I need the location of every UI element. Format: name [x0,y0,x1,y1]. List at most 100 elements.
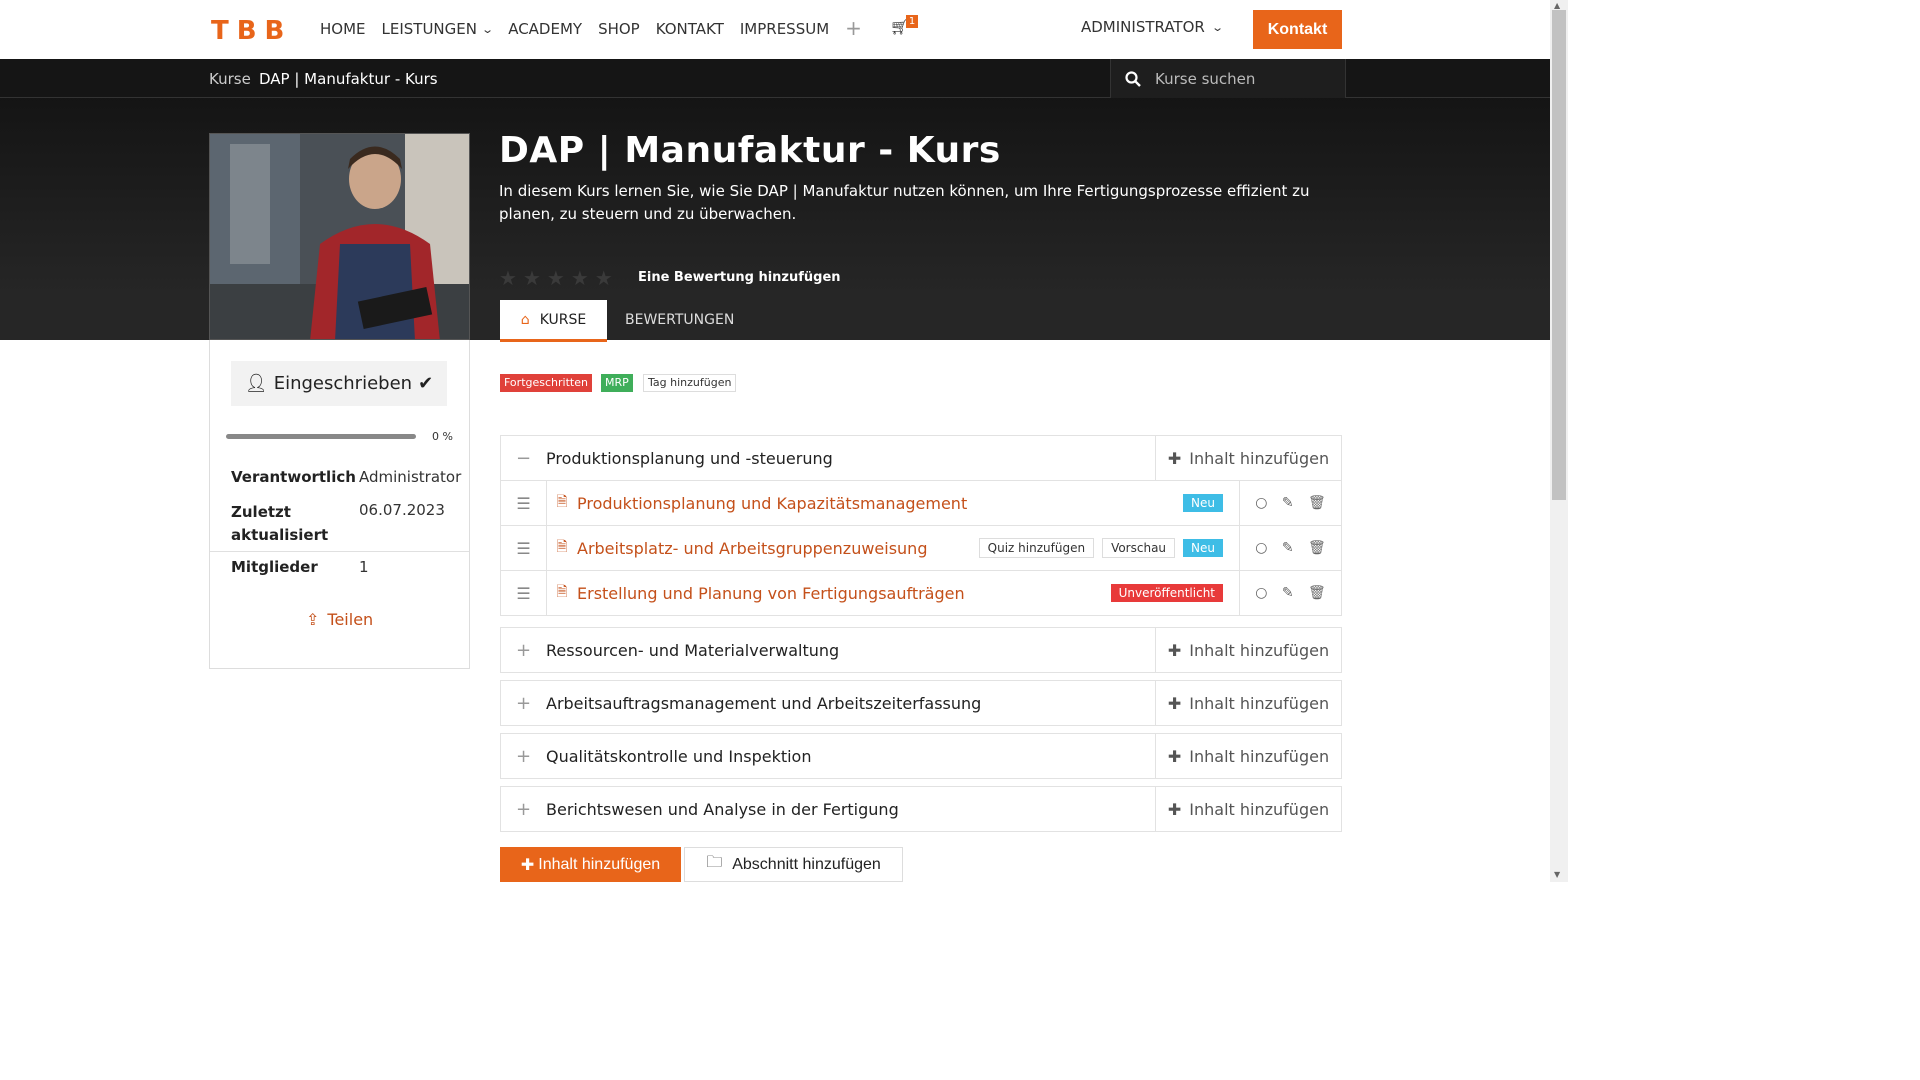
cart-button[interactable]: 🛒︎ 1 [890,15,919,40]
edit-icon[interactable]: ✎ [1282,540,1294,556]
breadcrumb-parent[interactable]: Kurse [209,70,251,88]
lesson-title[interactable]: Arbeitsplatz- und Arbeitsgruppenzuweisun… [577,539,979,558]
drag-handle-icon[interactable]: ☰ [501,481,547,525]
nav-kontakt[interactable]: KONTAKT [656,18,724,40]
add-content-button[interactable]: ✚ Inhalt hinzufügen [1155,734,1341,778]
kontakt-button[interactable]: Kontakt [1253,10,1342,49]
nav-home[interactable]: HOME [320,18,366,40]
expand-icon[interactable]: + [501,640,546,661]
members-value: 1 [359,558,369,576]
status-circle-icon[interactable]: ○ [1255,495,1267,511]
cart-count-badge: 1 [905,15,919,28]
add-content-button[interactable]: ✚ Inhalt hinzufügen [1155,436,1341,480]
rating-stars[interactable]: ★ ★ ★ ★ ★ [499,266,613,290]
section-row[interactable]: + Ressourcen- und Materialverwaltung ✚ In… [500,627,1342,673]
lesson-title[interactable]: Produktionsplanung und Kapazitätsmanagem… [577,494,1183,513]
expand-icon[interactable]: + [501,693,546,714]
main-menu: HOME LEISTUNGEN ⌄ ACADEMY SHOP KONTAKT IM… [320,15,919,40]
new-badge: Neu [1183,494,1223,512]
logo[interactable]: TBB [211,16,292,46]
star-icon[interactable]: ★ [595,266,613,290]
scrollbar-thumb[interactable] [1552,10,1566,500]
drag-handle-icon[interactable]: ☰ [501,526,547,570]
edit-icon[interactable]: ✎ [1282,495,1294,511]
add-menu-item-icon[interactable]: + [845,18,862,40]
delete-icon[interactable]: 🗑︎ [1308,585,1326,601]
share-icon: ⇪ [306,610,320,629]
star-icon[interactable]: ★ [547,266,565,290]
expand-icon[interactable]: + [501,799,546,820]
section-title: Arbeitsauftragsmanagement und Arbeitszei… [546,693,982,713]
status-circle-icon[interactable]: ○ [1255,585,1267,601]
lesson-row[interactable]: ☰ 🗎 Erstellung und Planung von Fertigung… [500,571,1342,616]
enrolled-status[interactable]: 👤︎ Eingeschrieben ✔ [231,361,447,406]
course-search [1110,59,1346,98]
home-icon: ⌂ [520,311,530,328]
scroll-up-icon[interactable]: ▲ [1554,1,1560,10]
star-icon[interactable]: ★ [499,266,517,290]
add-content-button[interactable]: ✚ Inhalt hinzufügen [1155,681,1341,725]
collapse-icon[interactable]: − [501,448,546,469]
add-tag-button[interactable]: Tag hinzufügen [643,374,737,392]
lesson-title[interactable]: Erstellung und Planung von Fertigungsauf… [577,584,1111,603]
section-row[interactable]: + Arbeitsauftragsmanagement und Arbeitsz… [500,680,1342,726]
progress-bar [226,434,416,439]
add-content-primary-button[interactable]: ✚ Inhalt hinzufügen [500,847,681,882]
add-section-button[interactable]: 🗀 Abschnitt hinzufügen [684,847,903,882]
responsible-key: Verantwortlich [231,468,356,486]
nav-shop[interactable]: SHOP [598,18,640,40]
lesson-row[interactable]: ☰ 🗎 Produktionsplanung und Kapazitätsman… [500,481,1342,526]
lesson-row[interactable]: ☰ 🗎 Arbeitsplatz- und Arbeitsgruppenzuwe… [500,526,1342,571]
plus-icon: ✚ [1167,640,1182,660]
plus-icon: ✚ [1167,746,1182,766]
scroll-down-icon[interactable]: ▼ [1554,870,1560,879]
delete-icon[interactable]: 🗑︎ [1308,495,1326,511]
nav-home-label: HOME [320,20,366,38]
expand-icon[interactable]: + [501,746,546,767]
folder-icon: 🗀 [706,854,723,871]
user-menu[interactable]: ADMINISTRATOR ⌄ [1081,18,1224,36]
section-row[interactable]: + Qualitätskontrolle und Inspektion ✚ Inh… [500,733,1342,779]
share-button[interactable]: ⇪ Teilen [306,610,373,629]
updated-key: Zuletzt aktualisiert [231,503,329,544]
nav-impressum[interactable]: IMPRESSUM [740,18,829,40]
nav-leistungen-label: LEISTUNGEN [381,20,477,38]
pdf-document-icon: 🗎 [556,584,568,600]
preview-button[interactable]: Vorschau [1102,538,1176,558]
add-section-label: Abschnitt hinzufügen [732,855,881,873]
drag-handle-icon[interactable]: ☰ [501,571,547,615]
star-icon[interactable]: ★ [523,266,541,290]
section-title: Produktionsplanung und -steuerung [546,448,833,468]
status-circle-icon[interactable]: ○ [1255,540,1267,556]
add-rating-link[interactable]: Eine Bewertung hinzufügen [638,270,841,285]
breadcrumb-current: DAP | Manufaktur - Kurs [259,70,438,88]
add-content-button[interactable]: ✚ Inhalt hinzufügen [1155,628,1341,672]
top-navbar: TBB HOME LEISTUNGEN ⌄ ACADEMY SHOP KONTAK… [0,0,1550,59]
tab-kurse[interactable]: ⌂ KURSE [500,300,607,342]
search-icon [1125,70,1141,87]
members-key: Mitglieder [231,558,318,576]
add-content-label: Inhalt hinzufügen [1189,799,1330,819]
nav-kontakt-label: KONTAKT [655,20,724,38]
pdf-document-icon: 🗎 [556,539,568,555]
check-icon: ✔ [418,373,434,394]
plus-icon: ✚ [1167,693,1182,713]
search-input[interactable] [1155,69,1325,88]
section-row[interactable]: + Berichtswesen und Analyse in der Ferti… [500,786,1342,832]
tab-kurse-label: KURSE [539,311,587,328]
nav-academy[interactable]: ACADEMY [508,18,582,40]
delete-icon[interactable]: 🗑︎ [1308,540,1326,556]
star-icon[interactable]: ★ [571,266,589,290]
chevron-down-icon: ⌄ [1210,20,1224,34]
section-row[interactable]: − Produktionsplanung und -steuerung ✚ Inh… [500,435,1342,481]
add-content-button[interactable]: ✚ Inhalt hinzufügen [1155,787,1341,831]
nav-leistungen[interactable]: LEISTUNGEN ⌄ [381,18,495,40]
new-badge: Neu [1183,539,1223,557]
responsible-value: Administrator [359,468,462,486]
edit-icon[interactable]: ✎ [1282,585,1294,601]
tag-fortgeschritten[interactable]: Fortgeschritten [500,374,592,392]
tab-bewertungen[interactable]: BEWERTUNGEN [625,312,734,328]
add-quiz-button[interactable]: Quiz hinzufügen [978,538,1095,558]
cover-illustration [210,134,469,339]
tag-mrp[interactable]: MRP [601,374,633,392]
